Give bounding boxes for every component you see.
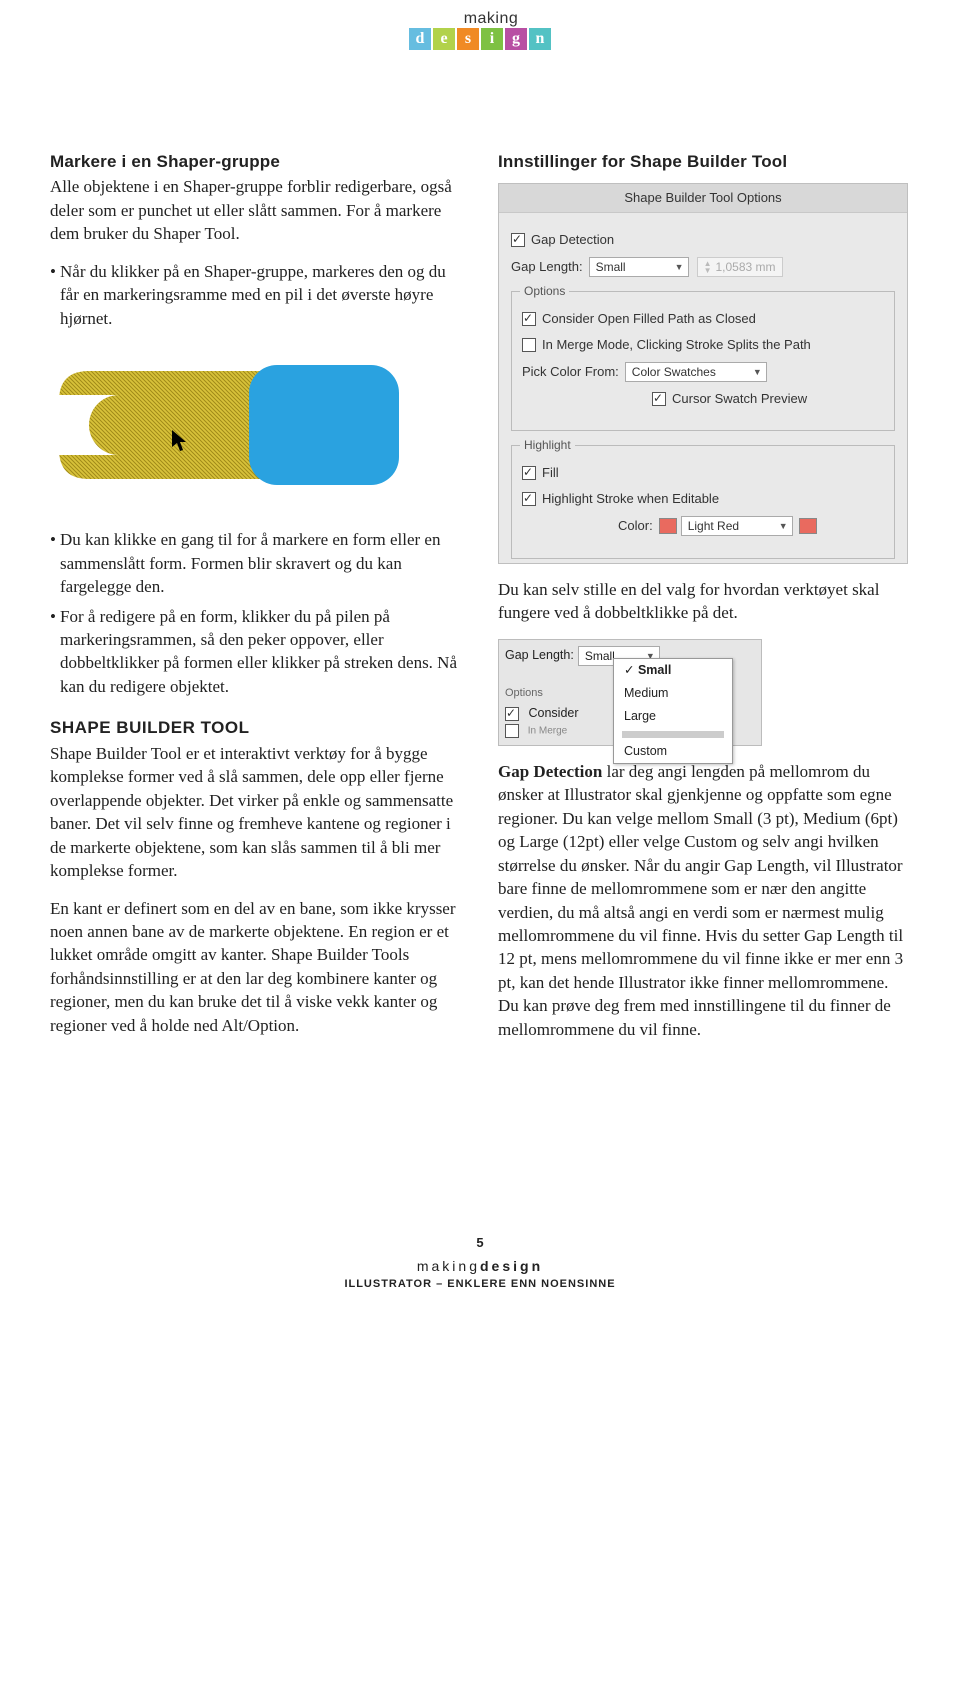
brand-logo: making d e s i g n: [50, 10, 910, 50]
dropdown-value: Color Swatches: [632, 364, 716, 381]
color-swatch-icon: [799, 518, 817, 534]
checkbox-icon: [522, 492, 536, 506]
pick-color-label: Pick Color From:: [522, 363, 619, 381]
consider-open-path-checkbox[interactable]: Consider Open Filled Path as Closed: [522, 310, 884, 328]
checkbox-icon: [652, 392, 666, 406]
para-gap-detection: Gap Detection lar deg angi lengden på me…: [498, 760, 910, 1041]
para: Shape Builder Tool er et interaktivt ver…: [50, 742, 462, 883]
logo-letter: s: [457, 28, 479, 50]
dialog-title: Shape Builder Tool Options: [499, 184, 907, 213]
cursor-swatch-preview-checkbox[interactable]: Cursor Swatch Preview: [522, 390, 884, 408]
gap-length-dropdown[interactable]: Small ▼: [589, 257, 689, 277]
page-number: 5: [50, 1235, 910, 1250]
chevron-down-icon: ▼: [675, 261, 684, 273]
options-fieldset: Options Consider Open Filled Path as Clo…: [511, 291, 895, 431]
heading-markere: Markere i en Shaper-gruppe: [50, 150, 462, 173]
color-swatch-icon: [659, 518, 677, 534]
color-label: Color:: [618, 517, 653, 535]
fieldset-legend: Highlight: [520, 437, 575, 454]
bullet-item: • Når du klikker på en Shaper-gruppe, ma…: [50, 260, 462, 330]
menu-item[interactable]: Medium: [614, 682, 732, 705]
page-footer: 5 makingdesign illustrator – enklere enn…: [50, 1235, 910, 1290]
para: Alle objektene i en Shaper-gruppe forbli…: [50, 175, 462, 245]
logo-letter: g: [505, 28, 527, 50]
checkbox-icon: [522, 466, 536, 480]
gap-length-label: Gap Length:: [511, 258, 583, 276]
heading-innstillinger: Innstillinger for Shape Builder Tool: [498, 150, 910, 173]
gap-length-row: Gap Length: Small ▼ ▲▼ 1,0583 mm: [511, 257, 895, 277]
checkbox-icon: [505, 707, 519, 721]
checkbox-icon: [505, 724, 519, 738]
gap-length-label: Gap Length:: [505, 647, 574, 664]
logo-top-text: making: [72, 10, 910, 28]
pick-color-dropdown[interactable]: Color Swatches ▼: [625, 362, 767, 382]
shape-builder-options-dialog: Shape Builder Tool Options Gap Detection…: [498, 183, 908, 564]
logo-letter: n: [529, 28, 551, 50]
checkbox-label: Gap Detection: [531, 231, 614, 249]
logo-letter: e: [433, 28, 455, 50]
chevron-down-icon: ▼: [779, 520, 788, 532]
fieldset-legend: Options: [520, 283, 569, 300]
heading-shape-builder: SHAPE BUILDER TOOL: [50, 716, 462, 739]
logo-letter: i: [481, 28, 503, 50]
dropdown-value: Light Red: [688, 518, 739, 535]
gap-length-value-field[interactable]: ▲▼ 1,0583 mm: [697, 257, 783, 277]
pick-color-row: Pick Color From: Color Swatches ▼: [522, 362, 884, 382]
checkbox-icon: [522, 312, 536, 326]
cursor-icon: [171, 429, 189, 453]
bullet-item: • For å redigere på en form, klikker du …: [50, 605, 462, 699]
footer-subtitle: illustrator – enklere enn noensinne: [50, 1278, 910, 1290]
chevron-down-icon: ▼: [753, 366, 762, 378]
para: Du kan selv stille en del valg for hvord…: [498, 578, 910, 625]
bullet-item: • Du kan klikke en gang til for å marker…: [50, 528, 462, 598]
menu-item[interactable]: Custom: [614, 740, 732, 763]
stepper-icon: ▲▼: [704, 260, 712, 274]
left-column: Markere i en Shaper-gruppe Alle objekten…: [50, 150, 462, 1055]
menu-item[interactable]: Large: [614, 705, 732, 728]
highlight-fieldset: Highlight Fill Highlight Stroke when Edi…: [511, 445, 895, 559]
logo-letters: d e s i g n: [409, 28, 551, 50]
checkbox-label: Consider Open Filled Path as Closed: [542, 310, 756, 328]
gap-detection-checkbox[interactable]: Gap Detection: [511, 231, 895, 249]
figure-shaper-group: [50, 342, 412, 514]
dropdown-value: Small: [585, 648, 615, 665]
checkbox-label: Highlight Stroke when Editable: [542, 490, 719, 508]
checkbox-label: Cursor Swatch Preview: [672, 390, 807, 408]
field-value: 1,0583 mm: [715, 259, 775, 276]
highlight-fill-checkbox[interactable]: Fill: [522, 464, 884, 482]
checkbox-icon: [511, 233, 525, 247]
label: In Merge: [528, 726, 567, 737]
para: En kant er definert som en del av en ban…: [50, 897, 462, 1038]
logo-letter: d: [409, 28, 431, 50]
dropdown-value: Small: [596, 259, 626, 276]
right-column: Innstillinger for Shape Builder Tool Sha…: [498, 150, 910, 1055]
highlight-color-dropdown[interactable]: Light Red ▼: [681, 516, 793, 536]
figure-blue-shape: [249, 365, 399, 485]
merge-mode-split-checkbox[interactable]: In Merge Mode, Clicking Stroke Splits th…: [522, 336, 884, 354]
highlight-stroke-checkbox[interactable]: Highlight Stroke when Editable: [522, 490, 884, 508]
dropdown-menu: Small Medium Large Custom: [613, 658, 733, 764]
checkbox-label: In Merge Mode, Clicking Stroke Splits th…: [542, 336, 811, 354]
checkbox-icon: [522, 338, 536, 352]
menu-item[interactable]: Small: [614, 659, 732, 682]
checkbox-label: Fill: [542, 464, 559, 482]
gap-length-menu-figure: Gap Length: Small ▼ Small Medium Large C…: [498, 639, 762, 746]
footer-brand: makingdesign: [50, 1258, 910, 1274]
label: Consider: [528, 706, 578, 720]
highlight-color-row: Color: Light Red ▼: [522, 516, 884, 536]
